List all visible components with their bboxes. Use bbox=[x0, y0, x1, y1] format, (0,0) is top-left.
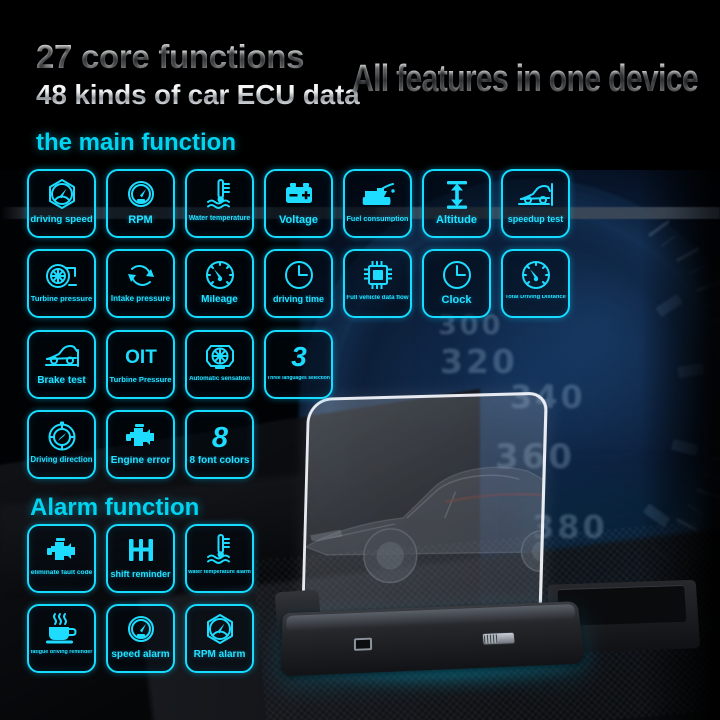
feature-tile-fuel-consumption[interactable]: Fuel consumption bbox=[343, 169, 412, 238]
feature-tile-label: RPM alarm bbox=[193, 650, 246, 660]
svg-text:OIT: OIT bbox=[125, 347, 157, 368]
feature-tile-label: Water temperature bbox=[188, 215, 251, 222]
shift-gear-icon bbox=[108, 526, 173, 570]
feature-tile-label: Total Driving Distance bbox=[505, 295, 566, 300]
feature-tile-label: Brake test bbox=[37, 376, 86, 386]
feature-tile-rpm-alarm[interactable]: RPM alarm bbox=[185, 604, 254, 673]
feature-tile-fatigue-driving-reminder[interactable]: fatigue driving reminder bbox=[27, 604, 96, 673]
head-up-display-unit bbox=[270, 391, 701, 695]
feature-tile-label: Automatic sensation bbox=[189, 376, 250, 382]
clock-icon bbox=[266, 251, 331, 295]
feature-tile-eliminate-fault-code[interactable]: eliminate fault code bbox=[27, 524, 96, 593]
sports-car-silhouette bbox=[301, 435, 548, 606]
feature-tile-driving-time[interactable]: driving time bbox=[264, 249, 333, 318]
feature-tile-label: Intake pressure bbox=[110, 295, 171, 303]
reflector-glass bbox=[301, 391, 548, 629]
feature-tile-speedup-test[interactable]: speedup test bbox=[501, 169, 570, 238]
feature-tile-8-font-colors[interactable]: 8 8 font colors bbox=[185, 410, 254, 479]
feature-tile-turbine-pressure[interactable]: OIT Turbine Pressure bbox=[106, 330, 175, 399]
feature-tile-shift-reminder[interactable]: shift reminder bbox=[106, 524, 175, 593]
feature-tile-rpm[interactable]: RPM bbox=[106, 169, 175, 238]
feature-tile-label: Clock bbox=[441, 295, 472, 306]
engine-icon bbox=[108, 412, 173, 456]
feature-tile-three-languages-selection[interactable]: 3 Three languages selection bbox=[264, 330, 333, 399]
oit-text-icon: OIT bbox=[108, 332, 173, 376]
section-title-alarm-function: Alarm function bbox=[30, 494, 200, 521]
water-temperature-icon bbox=[187, 526, 252, 570]
feature-tile-altitude[interactable]: Altitude bbox=[422, 169, 491, 238]
obd-connector-icon bbox=[187, 332, 252, 376]
feature-tile-water-temperature[interactable]: Water temperature bbox=[185, 169, 254, 238]
speedometer-icon bbox=[187, 606, 252, 650]
feature-tile-label: 8 font colors bbox=[189, 456, 250, 466]
headline-tagline: All features in one device bbox=[352, 58, 699, 100]
clock-icon bbox=[424, 251, 489, 295]
svg-text:3: 3 bbox=[291, 341, 307, 372]
feature-tile-label: Turbine Pressure bbox=[109, 376, 172, 384]
feature-tile-label: Mileage bbox=[201, 295, 238, 305]
compass-icon bbox=[29, 412, 94, 456]
feature-tile-label: RPM bbox=[128, 215, 153, 226]
feature-tile-full-vehicle-data-flow[interactable]: Full vehicle data flow bbox=[343, 249, 412, 318]
feature-tile-label: eliminate fault code bbox=[30, 570, 93, 576]
car-accelerate-icon bbox=[503, 171, 568, 215]
feature-tile-clock[interactable]: Clock bbox=[422, 249, 491, 318]
feature-tile-automatic-sensation[interactable]: Automatic sensation bbox=[185, 330, 254, 399]
feature-tile-label: Fuel consumption bbox=[346, 215, 409, 223]
feature-tile-label: driving speed bbox=[30, 215, 93, 225]
feature-tile-intake-pressure[interactable]: Intake pressure bbox=[106, 249, 175, 318]
altitude-arrow-icon bbox=[424, 171, 489, 215]
feature-tile-speed-alarm[interactable]: speed alarm bbox=[106, 604, 175, 673]
feature-tile-mileage[interactable]: Mileage bbox=[185, 249, 254, 318]
feature-tile-label: Engine error bbox=[110, 456, 171, 466]
slider-switch[interactable] bbox=[481, 631, 516, 646]
feature-tile-label: fatigue driving reminder bbox=[30, 650, 93, 655]
feature-tile-turbine-pressure[interactable]: Turbine pressure bbox=[27, 249, 96, 318]
coffee-cup-icon bbox=[29, 606, 94, 650]
gauge-dial-icon bbox=[503, 251, 568, 295]
engine-icon bbox=[29, 526, 94, 570]
section-title-main-function: the main function bbox=[36, 129, 236, 156]
svg-text:8: 8 bbox=[211, 422, 228, 454]
feature-tile-total-driving-distance[interactable]: Total Driving Distance bbox=[501, 249, 570, 318]
feature-tile-label: Full vehicle data flow bbox=[346, 295, 409, 301]
usb-port[interactable] bbox=[353, 637, 373, 651]
feature-tile-label: Altitude bbox=[436, 215, 477, 226]
headline-primary: 27 core functions bbox=[36, 38, 305, 75]
feature-tile-label: driving time bbox=[272, 295, 324, 304]
battery-icon bbox=[266, 171, 331, 215]
product-infographic: 300 320 340 360 380 bbox=[0, 0, 720, 720]
feature-tile-driving-speed[interactable]: driving speed bbox=[27, 169, 96, 238]
feature-tile-label: speedup test bbox=[507, 215, 564, 224]
intake-cycle-icon bbox=[108, 251, 173, 295]
feature-tile-label: shift reminder bbox=[110, 570, 171, 579]
feature-tile-label: Turbine pressure bbox=[30, 295, 93, 303]
speed-number-320: 320 bbox=[440, 342, 518, 381]
feature-tile-voltage[interactable]: Voltage bbox=[264, 169, 333, 238]
tachometer-icon bbox=[108, 606, 173, 650]
base-unit bbox=[280, 601, 586, 677]
number-eight-icon: 8 bbox=[187, 412, 252, 456]
turbo-icon bbox=[29, 251, 94, 295]
headline-secondary: 48 kinds of car ECU data bbox=[36, 79, 360, 110]
feature-tile-label: Driving direction bbox=[30, 456, 93, 464]
car-brake-icon bbox=[29, 332, 94, 376]
feature-tile-driving-direction[interactable]: Driving direction bbox=[27, 410, 96, 479]
tachometer-icon bbox=[108, 171, 173, 215]
speedometer-icon bbox=[29, 171, 94, 215]
cpu-chip-icon bbox=[345, 251, 410, 295]
feature-tile-label: Voltage bbox=[279, 215, 318, 226]
gauge-dial-icon bbox=[187, 251, 252, 295]
feature-tile-engine-error[interactable]: Engine error bbox=[106, 410, 175, 479]
feature-tile-label: speed alarm bbox=[111, 650, 170, 660]
feature-tile-label: water temperature alarm bbox=[188, 570, 251, 575]
number-three-icon: 3 bbox=[266, 332, 331, 376]
oil-can-icon bbox=[345, 171, 410, 215]
feature-tile-brake-test[interactable]: Brake test bbox=[27, 330, 96, 399]
feature-tile-water-temperature-alarm[interactable]: water temperature alarm bbox=[185, 524, 254, 593]
water-temperature-icon bbox=[187, 171, 252, 215]
feature-tile-label: Three languages selection bbox=[267, 376, 330, 381]
